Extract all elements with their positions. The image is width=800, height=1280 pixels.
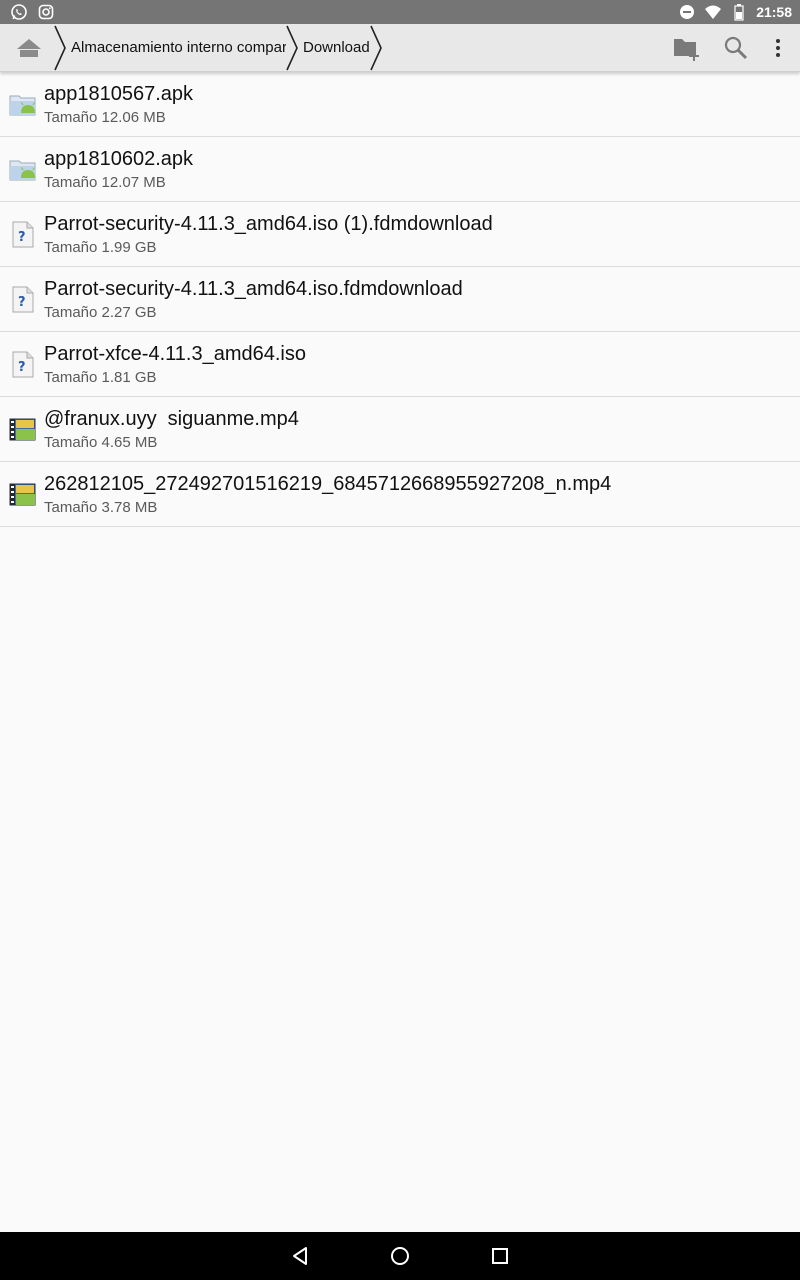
file-row[interactable]: @franux.uyy siguanme.mp4 Tamaño 4.65 MB [0, 397, 800, 462]
search-icon [724, 36, 748, 60]
apk-file-icon [9, 95, 36, 116]
more-options-icon [776, 39, 780, 57]
file-row[interactable]: app1810567.apk Tamaño 12.06 MB [0, 72, 800, 137]
status-bar: 21:58 [0, 0, 800, 24]
file-name: app1810602.apk [44, 148, 194, 170]
back-icon[interactable] [288, 1244, 312, 1268]
file-size: Tamaño 2.27 GB [44, 304, 157, 321]
file-name: @franux.uyy siguanme.mp4 [44, 408, 299, 430]
file-name: Parrot-xfce-4.11.3_amd64.iso [44, 343, 306, 365]
breadcrumb-internal-storage[interactable]: Almacenamiento interno compartido [71, 24, 286, 72]
more-options-button[interactable] [763, 34, 793, 62]
new-folder-icon [674, 39, 699, 61]
unknown-file-icon: ? [12, 221, 34, 248]
file-size: Tamaño 1.81 GB [44, 369, 157, 386]
file-row[interactable]: app1810602.apk Tamaño 12.07 MB [0, 137, 800, 202]
svg-text:?: ? [18, 360, 26, 375]
instagram-icon [38, 4, 54, 20]
file-row[interactable]: ? Parrot-security-4.11.3_amd64.iso.fdmdo… [0, 267, 800, 332]
file-size: Tamaño 4.65 MB [44, 434, 158, 451]
do-not-disturb-icon [680, 5, 695, 19]
clock: 21:58 [756, 4, 792, 20]
file-name: 262812105_272492701516219_68457126689559… [44, 473, 612, 495]
battery-icon [734, 4, 744, 21]
wifi-icon [705, 5, 722, 19]
file-row[interactable]: 262812105_272492701516219_68457126689559… [0, 462, 800, 527]
unknown-file-icon: ? [12, 351, 34, 378]
file-name: app1810567.apk [44, 83, 194, 105]
file-name: Parrot-security-4.11.3_amd64.iso (1).fdm… [44, 213, 493, 235]
home-icon [17, 39, 41, 57]
breadcrumb-separator-icon [370, 25, 382, 71]
file-size: Tamaño 12.07 MB [44, 174, 166, 191]
svg-text:?: ? [18, 295, 26, 310]
toolbar: Almacenamiento interno compartido Downlo… [0, 24, 800, 72]
file-list: app1810567.apk Tamaño 12.06 MB app181060… [0, 72, 800, 527]
whatsapp-icon [11, 4, 27, 20]
file-size: Tamaño 3.78 MB [44, 499, 158, 516]
breadcrumb-separator-icon [286, 25, 298, 71]
new-folder-button[interactable] [672, 34, 702, 62]
recents-icon[interactable] [488, 1244, 512, 1268]
home-button[interactable] [8, 30, 50, 66]
file-name: Parrot-security-4.11.3_amd64.iso.fdmdown… [44, 278, 463, 300]
svg-text:?: ? [18, 230, 26, 245]
file-row[interactable]: ? Parrot-security-4.11.3_amd64.iso (1).f… [0, 202, 800, 267]
unknown-file-icon: ? [12, 286, 34, 313]
home-nav-icon[interactable] [388, 1244, 412, 1268]
file-size: Tamaño 12.06 MB [44, 109, 166, 126]
file-row[interactable]: ? Parrot-xfce-4.11.3_amd64.iso Tamaño 1.… [0, 332, 800, 397]
search-button[interactable] [721, 34, 751, 62]
navigation-bar [0, 1232, 800, 1280]
file-size: Tamaño 1.99 GB [44, 239, 157, 256]
breadcrumb-download[interactable]: Download [303, 24, 375, 72]
video-file-icon [9, 418, 36, 441]
video-file-icon [9, 483, 36, 506]
breadcrumb-separator-icon [54, 25, 66, 71]
apk-file-icon [9, 160, 36, 181]
